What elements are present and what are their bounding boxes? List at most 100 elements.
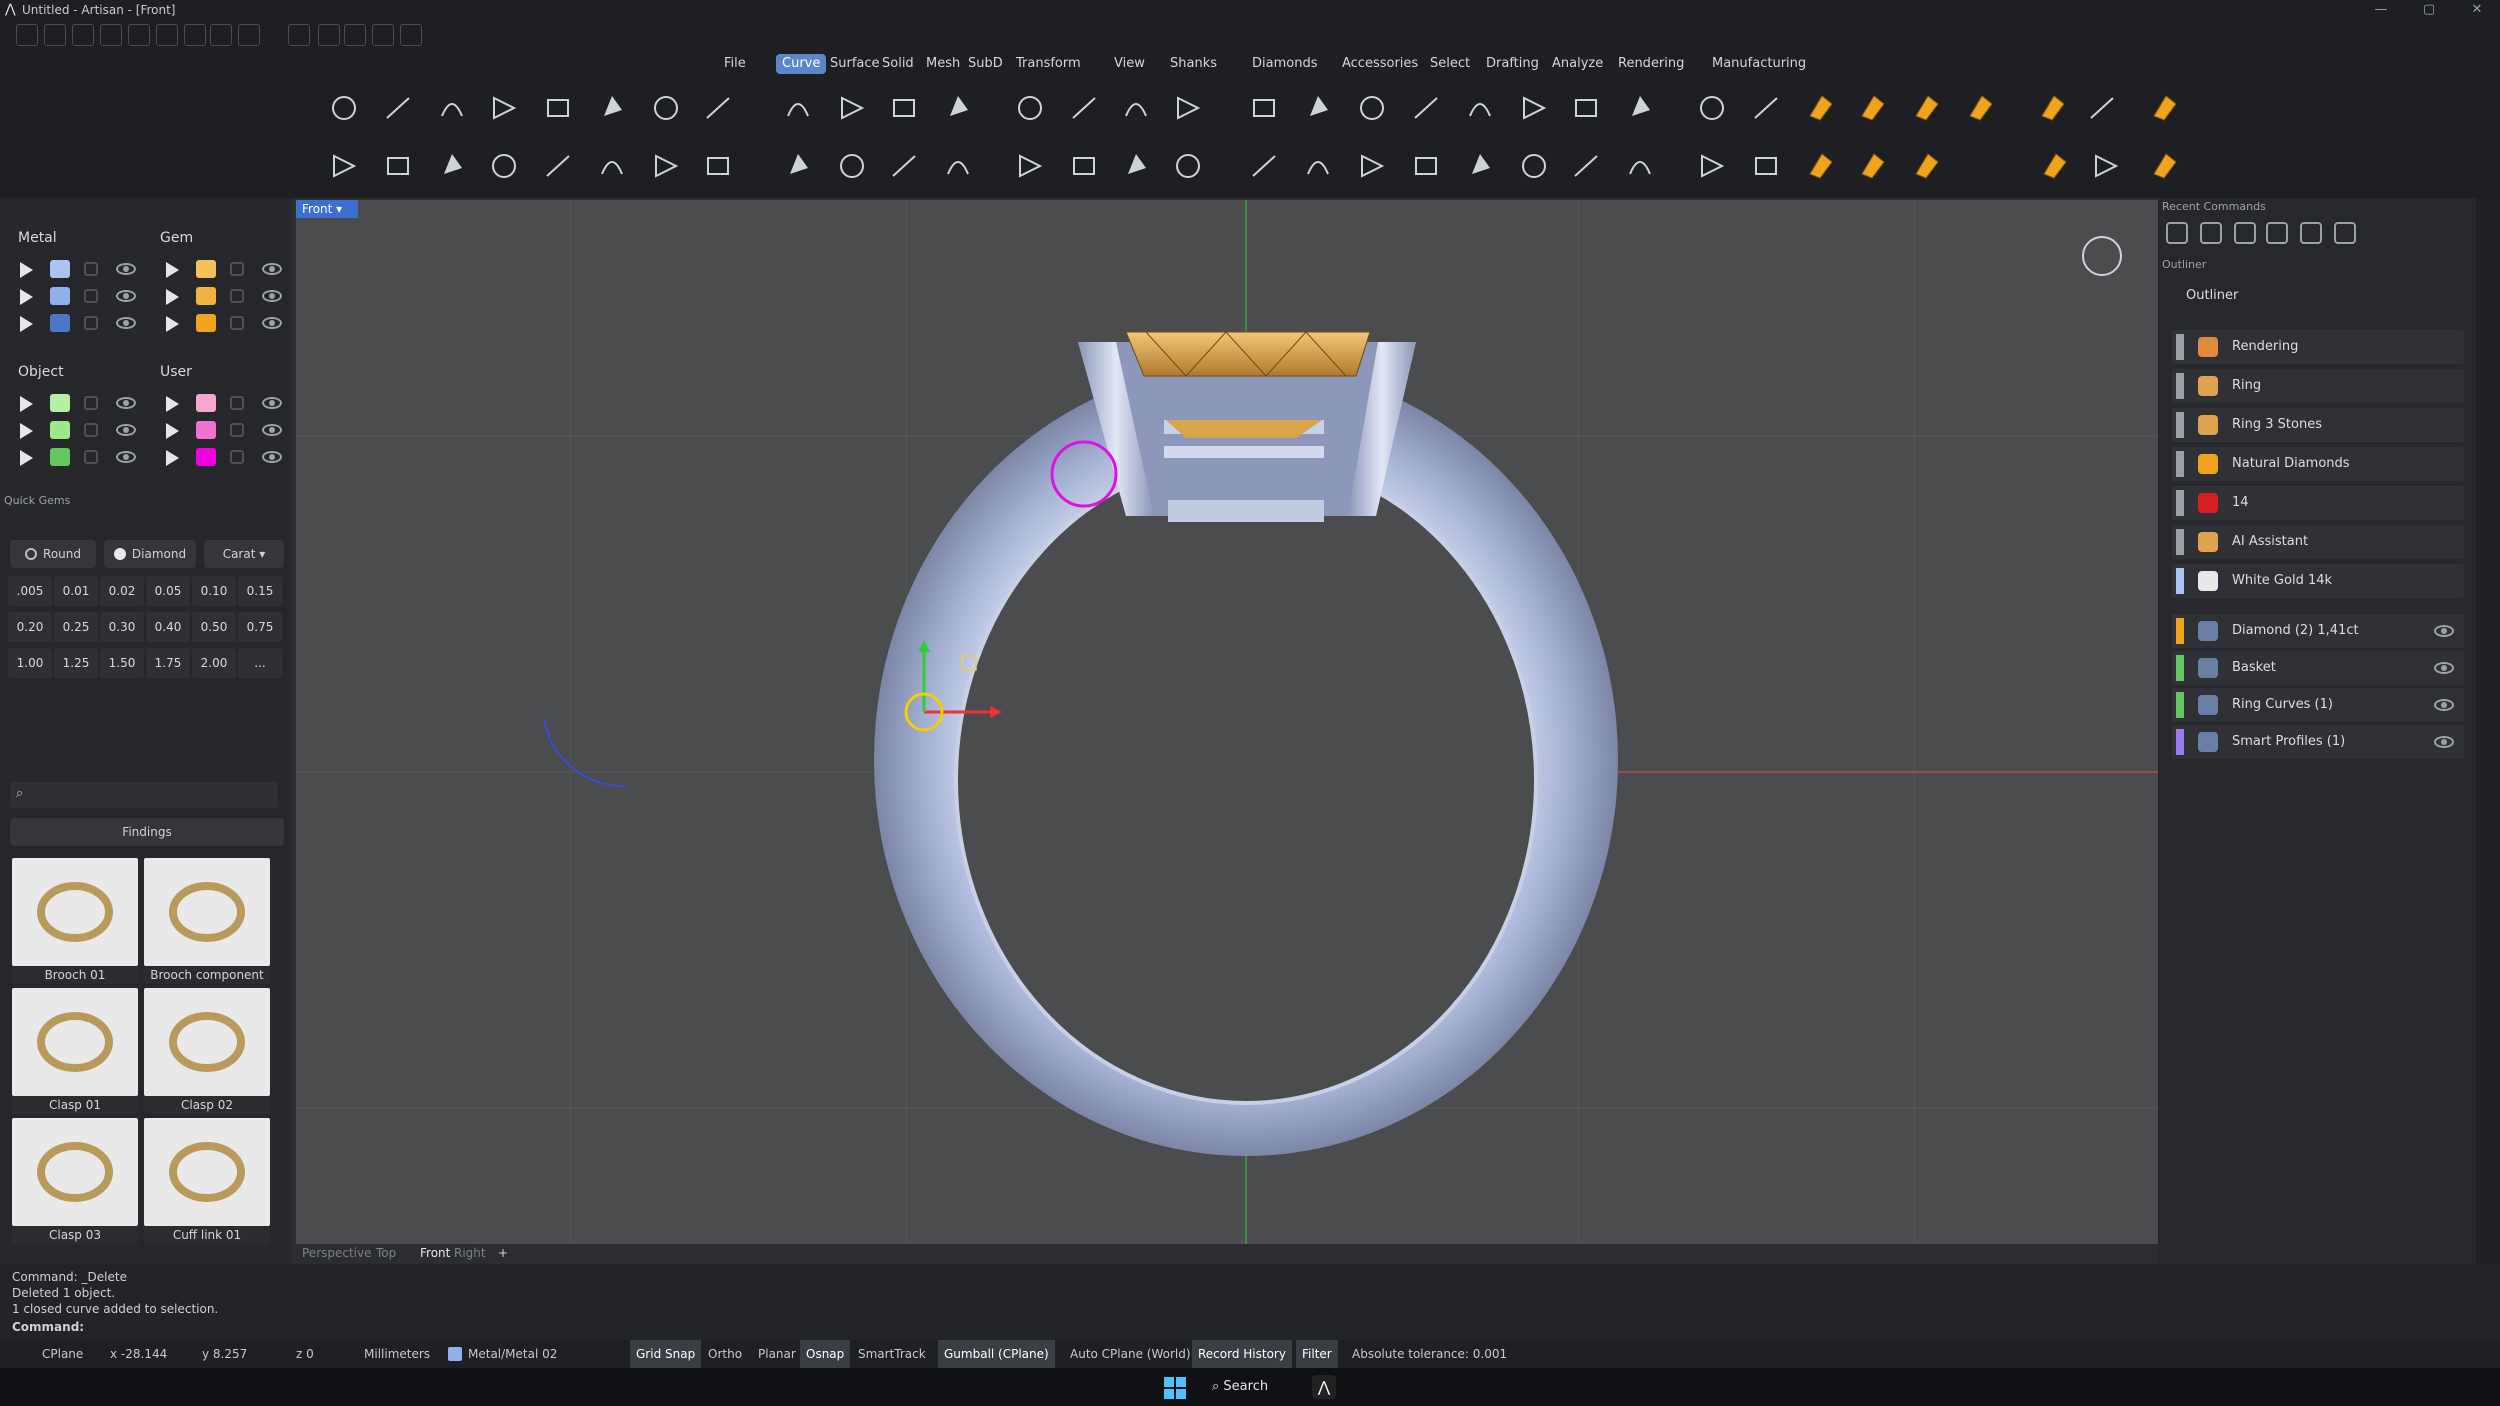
library-category-dropdown[interactable]: Findings [10,818,284,846]
toolbar-tool-icon[interactable] [1960,88,2000,128]
toolbar-tool-icon[interactable] [2082,88,2122,128]
toolbar-tool-icon[interactable] [2144,146,2184,186]
add-viewport-button[interactable]: + [498,1246,508,1260]
toolbar-tool-icon[interactable] [592,88,632,128]
toolbar-tool-icon[interactable] [538,146,578,186]
user-layer-color-swatch[interactable] [196,448,216,466]
quick-access-icon[interactable] [128,24,150,46]
gem-shape-button[interactable]: Round [10,540,96,568]
outliner-item[interactable]: Rendering [2172,330,2464,364]
gem-layer-expand-icon[interactable] [166,289,179,305]
gem-size-button[interactable]: .005 [8,576,52,606]
menu-select[interactable]: Select [1424,54,1476,74]
object-layer-color-swatch[interactable] [50,394,70,412]
eye-icon[interactable] [262,451,282,463]
toggle-smarttrack[interactable]: SmartTrack [852,1340,932,1368]
gem-size-button[interactable]: 1.00 [8,648,52,678]
eye-icon[interactable] [262,290,282,302]
gem-size-button[interactable]: 0.01 [54,576,98,606]
user-layer-expand-icon[interactable] [166,423,179,439]
recent-command-icon[interactable] [2166,222,2188,244]
viewport-canvas[interactable] [296,200,2158,1244]
user-layer-color-swatch[interactable] [196,394,216,412]
outliner-item[interactable]: Ring 3 Stones [2172,408,2464,442]
toolbar-tool-icon[interactable] [778,146,818,186]
quick-access-icon[interactable] [288,24,310,46]
toolbar-tool-icon[interactable] [1746,88,1786,128]
gem-layer-expand-icon[interactable] [166,316,179,332]
toolbar-tool-icon[interactable] [1406,146,1446,186]
object-layer-color-swatch[interactable] [50,421,70,439]
lock-icon[interactable] [84,396,98,410]
gem-size-button[interactable]: 0.50 [192,612,236,642]
recent-command-icon[interactable] [2334,222,2356,244]
recent-command-icon[interactable] [2234,222,2256,244]
toolbar-tool-icon[interactable] [378,88,418,128]
gem-size-button[interactable]: 1.50 [100,648,144,678]
metal-layer-color-swatch[interactable] [50,314,70,332]
toolbar-tool-icon[interactable] [378,146,418,186]
outliner-item[interactable]: Ring [2172,369,2464,403]
toolbar-tool-icon[interactable] [646,88,686,128]
toolbar-tool-icon[interactable] [646,146,686,186]
recent-command-icon[interactable] [2200,222,2222,244]
outliner-item[interactable]: AI Assistant [2172,525,2464,559]
toggle-ortho[interactable]: Ortho [702,1340,748,1368]
outliner-item[interactable]: White Gold 14k [2172,564,2464,598]
units-status[interactable]: Millimeters [358,1340,436,1368]
toolbar-tool-icon[interactable] [832,88,872,128]
object-layer-color-swatch[interactable] [50,448,70,466]
eye-icon[interactable] [262,424,282,436]
eye-icon[interactable] [116,317,136,329]
toolbar-tool-icon[interactable] [1460,88,1500,128]
toolbar-tool-icon[interactable] [778,88,818,128]
menu-manufacturing[interactable]: Manufacturing [1706,54,1812,74]
metal-layer-color-swatch[interactable] [50,260,70,278]
recent-command-icon[interactable] [2266,222,2288,244]
windows-start-icon[interactable] [1164,1377,1186,1399]
gem-size-button[interactable]: 0.02 [100,576,144,606]
toggle-grid-snap[interactable]: Grid Snap [630,1340,702,1368]
gem-layer-color-swatch[interactable] [196,260,216,278]
gem-size-button[interactable]: 0.15 [238,576,282,606]
quick-access-icon[interactable] [72,24,94,46]
toolbar-tool-icon[interactable] [1746,146,1786,186]
menu-file[interactable]: File [718,54,752,74]
menu-curve[interactable]: Curve [776,54,827,74]
maximize-button[interactable]: ▢ [2414,0,2444,20]
lock-icon[interactable] [84,289,98,303]
toggle-planar[interactable]: Planar [752,1340,802,1368]
gem-size-button[interactable]: 1.25 [54,648,98,678]
outliner-object[interactable]: Diamond (2) 1,41ct [2172,614,2464,648]
taskbar-search[interactable]: ⌕ Search [1204,1375,1294,1399]
toggle-filter[interactable]: Filter [1296,1340,1338,1368]
menu-subd[interactable]: SubD [962,54,1009,74]
toolbar-tool-icon[interactable] [884,146,924,186]
library-thumbnail[interactable] [144,858,270,966]
library-search-input[interactable]: ⌕ [10,782,278,808]
menu-rendering[interactable]: Rendering [1612,54,1690,74]
toolbar-tool-icon[interactable] [538,88,578,128]
eye-icon[interactable] [2434,736,2454,748]
lock-icon[interactable] [84,450,98,464]
toolbar-tool-icon[interactable] [1566,88,1606,128]
metal-layer-expand-icon[interactable] [20,289,33,305]
gem-unit-dropdown[interactable]: Carat ▾ [204,540,284,568]
user-layer-expand-icon[interactable] [166,396,179,412]
toolbar-tool-icon[interactable] [698,146,738,186]
menu-analyze[interactable]: Analyze [1546,54,1609,74]
gem-layer-expand-icon[interactable] [166,262,179,278]
toolbar-tool-icon[interactable] [324,146,364,186]
lock-icon[interactable] [84,423,98,437]
gem-size-button[interactable]: 0.30 [100,612,144,642]
quick-access-icon[interactable] [210,24,232,46]
menu-diamonds[interactable]: Diamonds [1246,54,1323,74]
library-thumbnail[interactable] [12,858,138,966]
toolbar-tool-icon[interactable] [1064,146,1104,186]
toolbar-tool-icon[interactable] [1906,146,1946,186]
quick-access-icon[interactable] [44,24,66,46]
lock-icon[interactable] [84,316,98,330]
toolbar-tool-icon[interactable] [1244,146,1284,186]
toolbar-tool-icon[interactable] [1566,146,1606,186]
toggle-auto-cplane-world-[interactable]: Auto CPlane (World) [1064,1340,1197,1368]
